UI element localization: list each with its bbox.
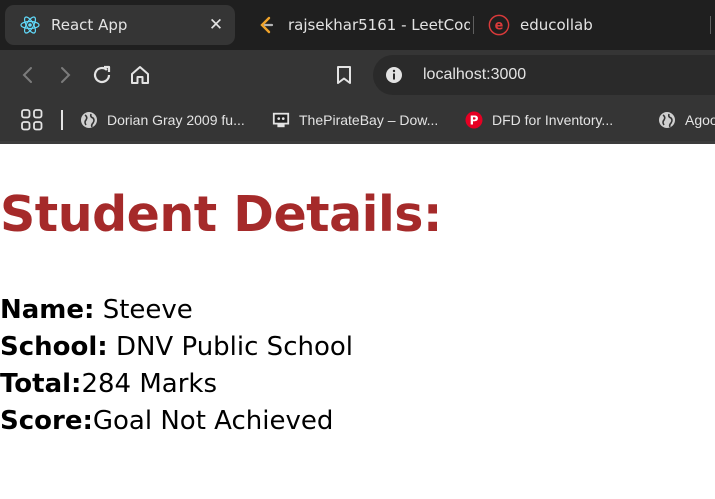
bookmark-agoo[interactable]: Agoo <box>658 107 715 133</box>
reload-icon <box>93 65 111 84</box>
bookmarks-divider <box>61 110 63 130</box>
back-button[interactable] <box>14 61 42 89</box>
home-button[interactable] <box>126 61 154 89</box>
bookmark-star-button[interactable] <box>330 61 358 89</box>
detail-name: Name: Steeve <box>0 295 193 325</box>
tab-title: educollab <box>520 16 593 34</box>
pinterest-icon: P <box>465 111 483 129</box>
svg-text:P: P <box>470 114 479 128</box>
detail-label: Total: <box>0 369 82 399</box>
svg-text:e: e <box>495 19 504 34</box>
educollab-icon: e <box>488 14 510 36</box>
detail-school: School: DNV Public School <box>0 332 353 362</box>
detail-value: Goal Not Achieved <box>92 406 334 436</box>
tab-title: rajsekhar5161 - LeetCode <box>288 16 470 34</box>
detail-score: Score:Goal Not Achieved <box>0 406 333 436</box>
bookmark-label: Dorian Gray 2009 fu... <box>107 112 245 128</box>
globe-icon <box>658 111 676 129</box>
page-content: Student Details: Name: Steeve School: DN… <box>0 144 715 499</box>
bookmark-icon <box>337 66 351 84</box>
tab-title: React App <box>51 16 128 34</box>
page-title: Student Details: <box>0 186 443 243</box>
reload-button[interactable] <box>88 61 116 89</box>
detail-label: Name: <box>0 295 95 325</box>
bookmark-label: Agoo <box>685 112 715 128</box>
forward-arrow-icon <box>61 67 71 83</box>
detail-total: Total:284 Marks <box>0 369 217 399</box>
tab-strip: React App ✕ rajsekhar5161 - LeetCode e e… <box>0 0 715 50</box>
tab-separator <box>473 16 474 34</box>
browser-toolbar: localhost:3000 <box>0 50 715 100</box>
react-icon <box>19 14 41 36</box>
home-icon <box>131 66 149 84</box>
tab-leetcode[interactable]: rajsekhar5161 - LeetCode <box>250 5 470 45</box>
bookmark-dfd-inventory[interactable]: P DFD for Inventory... <box>465 107 613 133</box>
apps-grid-icon[interactable] <box>20 108 44 132</box>
address-text[interactable]: localhost:3000 <box>423 66 526 84</box>
tab-separator <box>710 16 711 34</box>
address-bar[interactable]: localhost:3000 <box>373 55 715 95</box>
close-tab-icon[interactable]: ✕ <box>205 14 227 36</box>
pirate-icon <box>272 111 290 129</box>
bookmarks-bar: Dorian Gray 2009 fu... ThePirateBay – Do… <box>0 100 715 141</box>
globe-icon <box>80 111 98 129</box>
bookmark-label: ThePirateBay – Dow... <box>299 112 439 128</box>
detail-value: Steeve <box>94 295 193 325</box>
forward-button[interactable] <box>51 61 79 89</box>
detail-label: Score: <box>0 406 93 436</box>
detail-label: School: <box>0 332 108 362</box>
site-info-icon[interactable] <box>385 66 403 84</box>
tab-educollab[interactable]: e educollab <box>484 5 704 45</box>
detail-value: 284 Marks <box>81 369 217 399</box>
bookmark-label: DFD for Inventory... <box>492 112 614 128</box>
detail-value: DNV Public School <box>107 332 353 362</box>
back-arrow-icon <box>22 67 32 83</box>
bookmark-dorian-gray[interactable]: Dorian Gray 2009 fu... <box>80 107 245 133</box>
bookmark-piratebay[interactable]: ThePirateBay – Dow... <box>272 107 438 133</box>
leetcode-icon <box>256 14 278 36</box>
tab-react-app[interactable]: React App ✕ <box>5 5 235 45</box>
